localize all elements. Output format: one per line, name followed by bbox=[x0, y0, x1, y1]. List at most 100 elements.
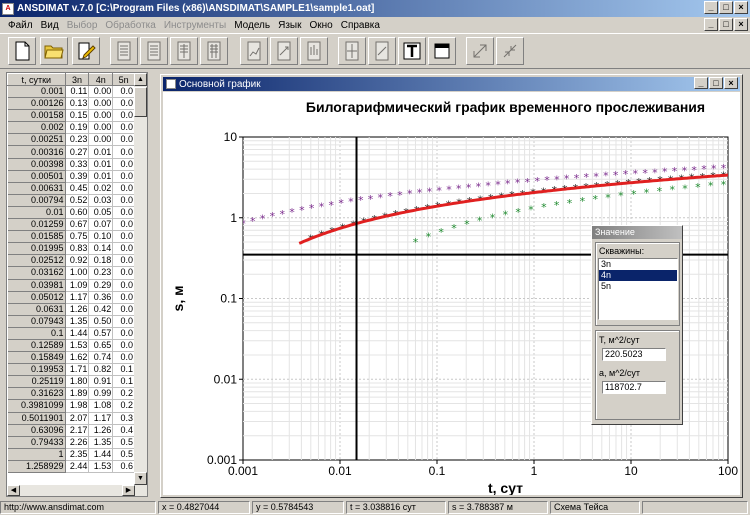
table-cell[interactable]: 0.01 bbox=[88, 158, 114, 171]
table-cell[interactable]: 0.001 bbox=[7, 85, 66, 99]
table-cell[interactable]: 0.0 bbox=[112, 303, 135, 316]
table-cell[interactable]: 0.91 bbox=[88, 375, 114, 389]
table-cell[interactable]: 0.2 bbox=[112, 387, 135, 401]
table-cell[interactable]: 0.65 bbox=[88, 339, 114, 353]
table-cell[interactable]: 0.1 bbox=[7, 327, 66, 340]
table-cell[interactable]: 1.89 bbox=[65, 387, 90, 401]
open-button[interactable] bbox=[40, 37, 68, 65]
menu-window[interactable]: Окно bbox=[305, 20, 336, 31]
table-cell[interactable]: 0.01585 bbox=[7, 230, 66, 244]
table-row[interactable]: 0.00316 0.27 0.01 0.0 bbox=[7, 145, 135, 159]
table-cell[interactable]: 0.00 bbox=[88, 97, 114, 111]
col-header-5n[interactable]: 5n bbox=[112, 73, 135, 86]
table-row[interactable]: 0.01585 0.75 0.10 0.0 bbox=[7, 230, 135, 244]
expand-button[interactable] bbox=[466, 37, 494, 65]
table-cell[interactable]: 1.35 bbox=[88, 436, 114, 449]
menu-help[interactable]: Справка bbox=[337, 20, 384, 31]
table-cell[interactable]: 0.0 bbox=[112, 279, 135, 292]
table-cell[interactable]: 0.23 bbox=[88, 266, 114, 280]
table-cell[interactable]: 1.17 bbox=[88, 412, 114, 425]
table-cell[interactable]: 0.00501 bbox=[7, 170, 66, 183]
scroll-down-button[interactable]: ▼ bbox=[134, 472, 147, 485]
col-header-4n[interactable]: 4n bbox=[88, 73, 114, 86]
table-cell[interactable]: 2.17 bbox=[65, 424, 90, 437]
table-cell[interactable]: 0.13 bbox=[65, 97, 90, 111]
table-cell[interactable]: 0.31623 bbox=[7, 387, 66, 401]
table-cell[interactable]: 1.09 bbox=[65, 279, 90, 292]
table-cell[interactable]: 0.00 bbox=[88, 121, 114, 135]
table-cell[interactable]: 0.0 bbox=[112, 242, 135, 256]
table-cell[interactable]: 0.01995 bbox=[7, 242, 66, 256]
status-url[interactable]: http://www.ansdimat.com bbox=[0, 500, 156, 514]
table-cell[interactable]: 0.0 bbox=[112, 291, 135, 304]
table-cell[interactable]: 0.0 bbox=[112, 351, 135, 365]
table-cell[interactable]: 0.36 bbox=[88, 291, 114, 304]
wells-list-item-selected[interactable]: 4n bbox=[599, 270, 677, 281]
menu-language[interactable]: Язык bbox=[274, 20, 305, 31]
table-cell[interactable]: 0.63096 bbox=[7, 424, 66, 437]
table-cell[interactable]: 0.00251 bbox=[7, 133, 66, 147]
table-cell[interactable]: 0.03 bbox=[88, 194, 114, 207]
table-cell[interactable]: 0.92 bbox=[65, 254, 90, 268]
table-cell[interactable]: 0.18 bbox=[88, 254, 114, 268]
close-button[interactable]: × bbox=[734, 1, 748, 14]
mdi-close-button[interactable]: × bbox=[734, 18, 748, 31]
table-row[interactable]: 0.1 1.44 0.57 0.0 bbox=[7, 327, 135, 340]
table-cell[interactable]: 1.26 bbox=[65, 303, 90, 316]
table-cell[interactable]: 0.05012 bbox=[7, 291, 66, 304]
table-cell[interactable]: 0.0 bbox=[112, 266, 135, 280]
table-button-1[interactable] bbox=[110, 37, 138, 65]
scroll-thumb[interactable] bbox=[134, 87, 147, 117]
table-cell[interactable]: 0.25119 bbox=[7, 375, 66, 389]
table-row[interactable]: 0.01995 0.83 0.14 0.0 bbox=[7, 242, 135, 256]
table-row[interactable]: 0.15849 1.62 0.74 0.0 bbox=[7, 351, 135, 365]
table-row[interactable]: 0.002 0.19 0.00 0.0 bbox=[7, 121, 135, 135]
table-cell[interactable]: 0.0 bbox=[112, 315, 135, 328]
table-row[interactable]: 0.001 0.11 0.00 0.0 bbox=[7, 85, 135, 99]
table-cell[interactable]: 0.0 bbox=[112, 182, 135, 195]
table-row[interactable]: 0.63096 2.17 1.26 0.4 bbox=[7, 424, 135, 437]
table-cell[interactable]: 0.00126 bbox=[7, 97, 66, 111]
table-cell[interactable]: 1.53 bbox=[65, 339, 90, 353]
table-row[interactable]: 0.00398 0.33 0.01 0.0 bbox=[7, 158, 135, 171]
table-row[interactable]: 0.00631 0.45 0.02 0.0 bbox=[7, 182, 135, 195]
table-button-3[interactable] bbox=[170, 37, 198, 65]
chart-page-button-1[interactable] bbox=[240, 37, 268, 65]
table-cell[interactable]: 1.08 bbox=[88, 399, 114, 413]
table-row[interactable]: 0.12589 1.53 0.65 0.0 bbox=[7, 339, 135, 353]
table-cell[interactable]: 2.35 bbox=[65, 448, 90, 461]
table-cell[interactable]: 0.52 bbox=[65, 194, 90, 207]
wells-list-item[interactable]: 3n bbox=[599, 259, 677, 270]
table-cell[interactable]: 1 bbox=[7, 448, 66, 461]
table-button-2[interactable] bbox=[140, 37, 168, 65]
table-cell[interactable]: 0.29 bbox=[88, 279, 114, 292]
table-cell[interactable]: 0.15849 bbox=[7, 351, 66, 365]
text-button[interactable] bbox=[398, 37, 426, 65]
table-cell[interactable]: 0.0 bbox=[112, 85, 135, 99]
chart-page-button-5[interactable] bbox=[368, 37, 396, 65]
table-row[interactable]: 0.00158 0.15 0.00 0.0 bbox=[7, 109, 135, 123]
table-cell[interactable]: 0.99 bbox=[88, 387, 114, 401]
table-row[interactable]: 0.3981099 1.98 1.08 0.2 bbox=[7, 399, 135, 413]
table-cell[interactable]: 0.45 bbox=[65, 182, 90, 195]
table-row[interactable]: 0.00501 0.39 0.01 0.0 bbox=[7, 170, 135, 183]
table-cell[interactable]: 0.002 bbox=[7, 121, 66, 135]
table-cell[interactable]: 0.1 bbox=[112, 375, 135, 389]
scroll-up-button[interactable]: ▲ bbox=[134, 73, 147, 86]
table-row[interactable]: 0.25119 1.80 0.91 0.1 bbox=[7, 375, 135, 389]
table-row[interactable]: 0.03162 1.00 0.23 0.0 bbox=[7, 266, 135, 280]
table-row[interactable]: 0.31623 1.89 0.99 0.2 bbox=[7, 387, 135, 401]
menu-view[interactable]: Вид bbox=[37, 20, 63, 31]
table-cell[interactable]: 0.0 bbox=[112, 327, 135, 340]
new-document-button[interactable] bbox=[8, 37, 36, 65]
menu-file[interactable]: Файл bbox=[4, 20, 37, 31]
table-cell[interactable]: 0.6 bbox=[112, 460, 135, 474]
table-cell[interactable]: 1.53 bbox=[88, 460, 114, 474]
menu-tools[interactable]: Инструменты bbox=[160, 20, 230, 31]
edit-document-button[interactable] bbox=[72, 37, 100, 65]
table-cell[interactable]: 0.0631 bbox=[7, 303, 66, 316]
table-cell[interactable]: 0.02 bbox=[88, 182, 114, 195]
table-cell[interactable]: 1.80 bbox=[65, 375, 90, 389]
table-cell[interactable]: 0.0 bbox=[112, 145, 135, 159]
table-cell[interactable]: 0.39 bbox=[65, 170, 90, 183]
